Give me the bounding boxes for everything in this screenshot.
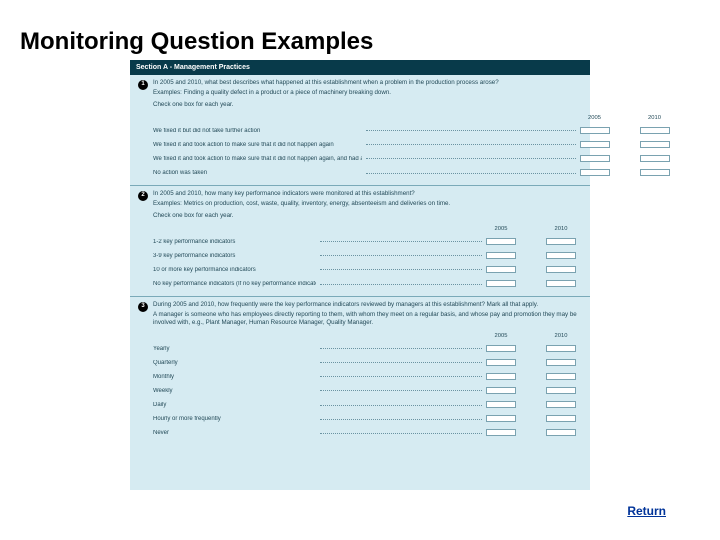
checkbox[interactable] (546, 345, 576, 352)
question-1: 1 In 2005 and 2010, what best describes … (130, 75, 590, 185)
checkbox[interactable] (640, 127, 670, 134)
option-row: 10 or more key performance indicators (153, 266, 582, 276)
option-row: We fixed it and took action to make sure… (153, 155, 675, 165)
checkbox[interactable] (486, 387, 516, 394)
question-3: 3 During 2005 and 2010, how frequently w… (130, 296, 590, 445)
question-text: In 2005 and 2010, what best describes wh… (153, 79, 675, 87)
option-row: We fixed it but did not take further act… (153, 127, 675, 137)
checkbox[interactable] (580, 127, 610, 134)
question-instruction: Check one box for each year. (153, 212, 582, 220)
option-row: Yearly (153, 345, 582, 355)
option-row: 1-2 key performance indicators (153, 238, 582, 248)
checkbox[interactable] (546, 373, 576, 380)
option-row: We fixed it and took action to make sure… (153, 141, 675, 151)
question-badge: 1 (138, 80, 148, 90)
question-text: During 2005 and 2010, how frequently wer… (153, 301, 582, 309)
checkbox[interactable] (486, 415, 516, 422)
year-a: 2005 (579, 115, 609, 123)
checkbox[interactable] (546, 266, 576, 273)
option-label: Hourly or more frequently (153, 416, 316, 424)
option-label: 1-2 key performance indicators (153, 239, 316, 247)
year-b: 2010 (546, 333, 576, 341)
option-row: Weekly (153, 387, 582, 397)
section-header: Section A - Management Practices (130, 60, 590, 75)
year-a: 2005 (486, 226, 516, 234)
checkbox[interactable] (486, 266, 516, 273)
question-examples: Examples: Finding a quality defect in a … (153, 89, 675, 97)
checkbox[interactable] (546, 429, 576, 436)
checkbox[interactable] (486, 345, 516, 352)
survey-form: Section A - Management Practices 1 In 20… (130, 60, 590, 490)
checkbox[interactable] (546, 252, 576, 259)
checkbox[interactable] (486, 252, 516, 259)
option-label: No key performance indicators (If no key… (153, 281, 316, 289)
option-row: Hourly or more frequently (153, 415, 582, 425)
checkbox[interactable] (546, 415, 576, 422)
option-label: Yearly (153, 346, 316, 354)
option-row: Quarterly (153, 359, 582, 369)
question-badge: 3 (138, 302, 148, 312)
year-b: 2010 (546, 226, 576, 234)
option-label: Quarterly (153, 360, 316, 368)
option-row: 3-9 key performance indicators (153, 252, 582, 262)
year-a: 2005 (486, 333, 516, 341)
checkbox[interactable] (486, 280, 516, 287)
question-badge: 2 (138, 191, 148, 201)
option-row: No key performance indicators (If no key… (153, 280, 582, 290)
option-label: Weekly (153, 388, 316, 396)
checkbox[interactable] (546, 238, 576, 245)
question-examples: A manager is someone who has employees d… (153, 311, 582, 327)
checkbox[interactable] (546, 401, 576, 408)
option-row: Monthly (153, 373, 582, 383)
option-label: No action was taken (153, 170, 362, 178)
checkbox[interactable] (640, 169, 670, 176)
checkbox[interactable] (546, 387, 576, 394)
checkbox[interactable] (580, 169, 610, 176)
option-label: Daily (153, 402, 316, 410)
question-2: 2 In 2005 and 2010, how many key perform… (130, 185, 590, 296)
year-header: 2005 2010 (153, 115, 675, 123)
page-title: Monitoring Question Examples (20, 28, 373, 56)
option-label: 3-9 key performance indicators (153, 253, 316, 261)
checkbox[interactable] (486, 373, 516, 380)
return-link[interactable]: Return (627, 504, 666, 518)
option-row: No action was taken (153, 169, 675, 179)
checkbox[interactable] (640, 155, 670, 162)
option-label: Monthly (153, 374, 316, 382)
checkbox[interactable] (486, 429, 516, 436)
year-b: 2010 (639, 115, 669, 123)
option-label: We fixed it but did not take further act… (153, 128, 362, 136)
question-text: In 2005 and 2010, how many key performan… (153, 190, 582, 198)
option-label: 10 or more key performance indicators (153, 267, 316, 275)
question-instruction: Check one box for each year. (153, 101, 675, 109)
checkbox[interactable] (640, 141, 670, 148)
checkbox[interactable] (486, 359, 516, 366)
year-header: 2005 2010 (153, 226, 582, 234)
checkbox[interactable] (486, 238, 516, 245)
checkbox[interactable] (580, 141, 610, 148)
option-label: We fixed it and took action to make sure… (153, 142, 362, 150)
checkbox[interactable] (546, 359, 576, 366)
checkbox[interactable] (546, 280, 576, 287)
option-label: Never (153, 430, 316, 438)
checkbox[interactable] (486, 401, 516, 408)
option-row: Never (153, 429, 582, 439)
checkbox[interactable] (580, 155, 610, 162)
year-header: 2005 2010 (153, 333, 582, 341)
option-label: We fixed it and took action to make sure… (153, 156, 362, 164)
option-row: Daily (153, 401, 582, 411)
question-examples: Examples: Metrics on production, cost, w… (153, 200, 582, 208)
